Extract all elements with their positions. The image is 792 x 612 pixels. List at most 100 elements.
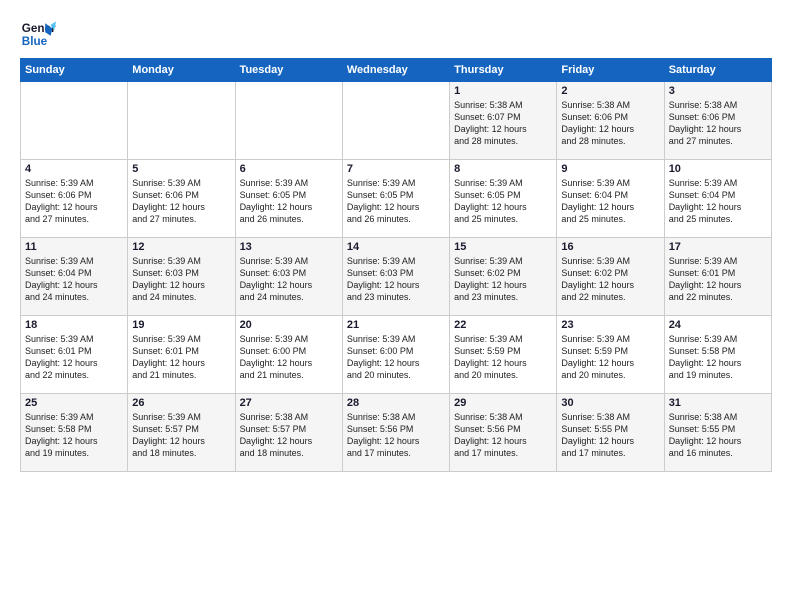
- weekday-header-sunday: Sunday: [21, 59, 128, 82]
- day-number: 2: [561, 85, 659, 97]
- day-cell: 19 Sunrise: 5:39 AM Sunset: 6:01 PM Dayli…: [128, 316, 235, 394]
- day-number: 13: [240, 241, 338, 253]
- day-info: Sunrise: 5:38 AM Sunset: 5:57 PM Dayligh…: [240, 411, 338, 460]
- day-number: 21: [347, 319, 445, 331]
- day-number: 6: [240, 163, 338, 175]
- weekday-header-row: SundayMondayTuesdayWednesdayThursdayFrid…: [21, 59, 772, 82]
- day-number: 22: [454, 319, 552, 331]
- day-cell: 31 Sunrise: 5:38 AM Sunset: 5:55 PM Dayli…: [664, 394, 771, 472]
- day-cell: 13 Sunrise: 5:39 AM Sunset: 6:03 PM Dayli…: [235, 238, 342, 316]
- day-cell: 24 Sunrise: 5:39 AM Sunset: 5:58 PM Dayli…: [664, 316, 771, 394]
- day-number: 15: [454, 241, 552, 253]
- day-cell: 28 Sunrise: 5:38 AM Sunset: 5:56 PM Dayli…: [342, 394, 449, 472]
- day-cell: 14 Sunrise: 5:39 AM Sunset: 6:03 PM Dayli…: [342, 238, 449, 316]
- day-info: Sunrise: 5:38 AM Sunset: 6:07 PM Dayligh…: [454, 99, 552, 148]
- day-number: 17: [669, 241, 767, 253]
- day-number: 11: [25, 241, 123, 253]
- day-number: 26: [132, 397, 230, 409]
- calendar-body: 1Sunrise: 5:38 AM Sunset: 6:07 PM Daylig…: [21, 82, 772, 472]
- day-info: Sunrise: 5:39 AM Sunset: 6:01 PM Dayligh…: [25, 333, 123, 382]
- week-row-3: 11 Sunrise: 5:39 AM Sunset: 6:04 PM Dayli…: [21, 238, 772, 316]
- day-info: Sunrise: 5:39 AM Sunset: 6:04 PM Dayligh…: [669, 177, 767, 226]
- day-cell: 5 Sunrise: 5:39 AM Sunset: 6:06 PM Daylig…: [128, 160, 235, 238]
- svg-text:Blue: Blue: [22, 35, 48, 48]
- header: General Blue: [20, 16, 772, 52]
- day-number: 4: [25, 163, 123, 175]
- day-info: Sunrise: 5:39 AM Sunset: 5:58 PM Dayligh…: [25, 411, 123, 460]
- weekday-header-wednesday: Wednesday: [342, 59, 449, 82]
- day-info: Sunrise: 5:39 AM Sunset: 6:06 PM Dayligh…: [25, 177, 123, 226]
- day-cell: 23 Sunrise: 5:39 AM Sunset: 5:59 PM Dayli…: [557, 316, 664, 394]
- day-info: Sunrise: 5:39 AM Sunset: 6:06 PM Dayligh…: [132, 177, 230, 226]
- weekday-header-friday: Friday: [557, 59, 664, 82]
- day-info: Sunrise: 5:39 AM Sunset: 6:01 PM Dayligh…: [132, 333, 230, 382]
- day-number: 10: [669, 163, 767, 175]
- day-number: 16: [561, 241, 659, 253]
- weekday-header-tuesday: Tuesday: [235, 59, 342, 82]
- day-cell: 25 Sunrise: 5:39 AM Sunset: 5:58 PM Dayli…: [21, 394, 128, 472]
- day-number: 20: [240, 319, 338, 331]
- day-number: 25: [25, 397, 123, 409]
- day-cell: 21Sunrise: 5:39 AM Sunset: 6:00 PM Dayli…: [342, 316, 449, 394]
- weekday-header-saturday: Saturday: [664, 59, 771, 82]
- day-cell: [21, 82, 128, 160]
- day-cell: 10 Sunrise: 5:39 AM Sunset: 6:04 PM Dayli…: [664, 160, 771, 238]
- logo-icon: General Blue: [20, 16, 56, 52]
- day-cell: 30Sunrise: 5:38 AM Sunset: 5:55 PM Dayli…: [557, 394, 664, 472]
- day-number: 14: [347, 241, 445, 253]
- week-row-2: 4 Sunrise: 5:39 AM Sunset: 6:06 PM Daylig…: [21, 160, 772, 238]
- day-cell: 1Sunrise: 5:38 AM Sunset: 6:07 PM Daylig…: [450, 82, 557, 160]
- day-info: Sunrise: 5:39 AM Sunset: 6:05 PM Dayligh…: [454, 177, 552, 226]
- day-info: Sunrise: 5:38 AM Sunset: 6:06 PM Dayligh…: [561, 99, 659, 148]
- day-info: Sunrise: 5:39 AM Sunset: 5:58 PM Dayligh…: [669, 333, 767, 382]
- day-cell: 2 Sunrise: 5:38 AM Sunset: 6:06 PM Daylig…: [557, 82, 664, 160]
- day-cell: 22 Sunrise: 5:39 AM Sunset: 5:59 PM Dayli…: [450, 316, 557, 394]
- day-info: Sunrise: 5:39 AM Sunset: 5:59 PM Dayligh…: [561, 333, 659, 382]
- day-info: Sunrise: 5:39 AM Sunset: 6:05 PM Dayligh…: [347, 177, 445, 226]
- day-info: Sunrise: 5:39 AM Sunset: 6:03 PM Dayligh…: [240, 255, 338, 304]
- day-info: Sunrise: 5:38 AM Sunset: 5:56 PM Dayligh…: [347, 411, 445, 460]
- day-info: Sunrise: 5:38 AM Sunset: 6:06 PM Dayligh…: [669, 99, 767, 148]
- day-cell: 3 Sunrise: 5:38 AM Sunset: 6:06 PM Daylig…: [664, 82, 771, 160]
- day-cell: 27 Sunrise: 5:38 AM Sunset: 5:57 PM Dayli…: [235, 394, 342, 472]
- day-number: 31: [669, 397, 767, 409]
- day-info: Sunrise: 5:39 AM Sunset: 6:04 PM Dayligh…: [25, 255, 123, 304]
- weekday-header-thursday: Thursday: [450, 59, 557, 82]
- day-number: 19: [132, 319, 230, 331]
- day-info: Sunrise: 5:39 AM Sunset: 6:03 PM Dayligh…: [132, 255, 230, 304]
- day-number: 8: [454, 163, 552, 175]
- day-number: 28: [347, 397, 445, 409]
- day-cell: [128, 82, 235, 160]
- calendar-table: SundayMondayTuesdayWednesdayThursdayFrid…: [20, 58, 772, 472]
- day-cell: 8 Sunrise: 5:39 AM Sunset: 6:05 PM Daylig…: [450, 160, 557, 238]
- week-row-1: 1Sunrise: 5:38 AM Sunset: 6:07 PM Daylig…: [21, 82, 772, 160]
- day-info: Sunrise: 5:39 AM Sunset: 6:03 PM Dayligh…: [347, 255, 445, 304]
- day-info: Sunrise: 5:38 AM Sunset: 5:56 PM Dayligh…: [454, 411, 552, 460]
- day-cell: 12 Sunrise: 5:39 AM Sunset: 6:03 PM Dayli…: [128, 238, 235, 316]
- day-cell: 4 Sunrise: 5:39 AM Sunset: 6:06 PM Daylig…: [21, 160, 128, 238]
- day-info: Sunrise: 5:39 AM Sunset: 6:05 PM Dayligh…: [240, 177, 338, 226]
- day-cell: [235, 82, 342, 160]
- day-info: Sunrise: 5:39 AM Sunset: 5:59 PM Dayligh…: [454, 333, 552, 382]
- day-cell: 7Sunrise: 5:39 AM Sunset: 6:05 PM Daylig…: [342, 160, 449, 238]
- day-number: 3: [669, 85, 767, 97]
- day-cell: [342, 82, 449, 160]
- day-info: Sunrise: 5:39 AM Sunset: 6:02 PM Dayligh…: [561, 255, 659, 304]
- day-info: Sunrise: 5:39 AM Sunset: 6:00 PM Dayligh…: [240, 333, 338, 382]
- day-number: 12: [132, 241, 230, 253]
- day-cell: 11 Sunrise: 5:39 AM Sunset: 6:04 PM Dayli…: [21, 238, 128, 316]
- day-number: 23: [561, 319, 659, 331]
- week-row-5: 25 Sunrise: 5:39 AM Sunset: 5:58 PM Dayli…: [21, 394, 772, 472]
- day-cell: 26Sunrise: 5:39 AM Sunset: 5:57 PM Dayli…: [128, 394, 235, 472]
- day-cell: 20 Sunrise: 5:39 AM Sunset: 6:00 PM Dayli…: [235, 316, 342, 394]
- day-number: 5: [132, 163, 230, 175]
- day-number: 30: [561, 397, 659, 409]
- day-number: 27: [240, 397, 338, 409]
- day-info: Sunrise: 5:39 AM Sunset: 6:04 PM Dayligh…: [561, 177, 659, 226]
- day-cell: 17Sunrise: 5:39 AM Sunset: 6:01 PM Dayli…: [664, 238, 771, 316]
- day-cell: 18 Sunrise: 5:39 AM Sunset: 6:01 PM Dayli…: [21, 316, 128, 394]
- day-number: 18: [25, 319, 123, 331]
- day-info: Sunrise: 5:38 AM Sunset: 5:55 PM Dayligh…: [669, 411, 767, 460]
- day-number: 24: [669, 319, 767, 331]
- day-info: Sunrise: 5:39 AM Sunset: 6:02 PM Dayligh…: [454, 255, 552, 304]
